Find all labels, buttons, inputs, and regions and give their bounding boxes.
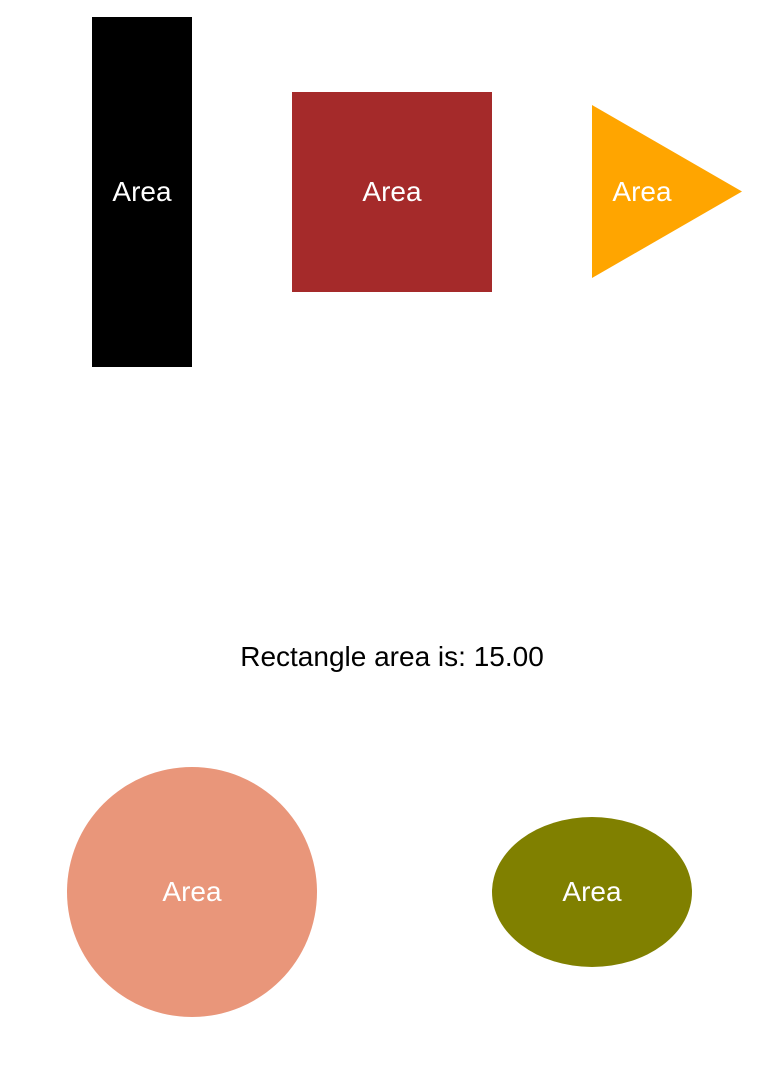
ellipse-shape[interactable]: Area — [492, 817, 692, 967]
ellipse-area-label: Area — [562, 876, 622, 907]
triangle-shape[interactable]: Area — [592, 105, 742, 278]
square-shape[interactable]: Area — [292, 92, 492, 292]
square-area-label: Area — [362, 176, 422, 207]
rectangle-shape[interactable]: Area — [92, 17, 192, 367]
circle-area-label: Area — [162, 876, 222, 907]
rectangle-area-label: Area — [112, 176, 172, 207]
triangle-graphic — [592, 105, 742, 278]
result-text: Rectangle area is: 15.00 — [240, 641, 544, 672]
circle-shape[interactable]: Area — [67, 767, 317, 1017]
